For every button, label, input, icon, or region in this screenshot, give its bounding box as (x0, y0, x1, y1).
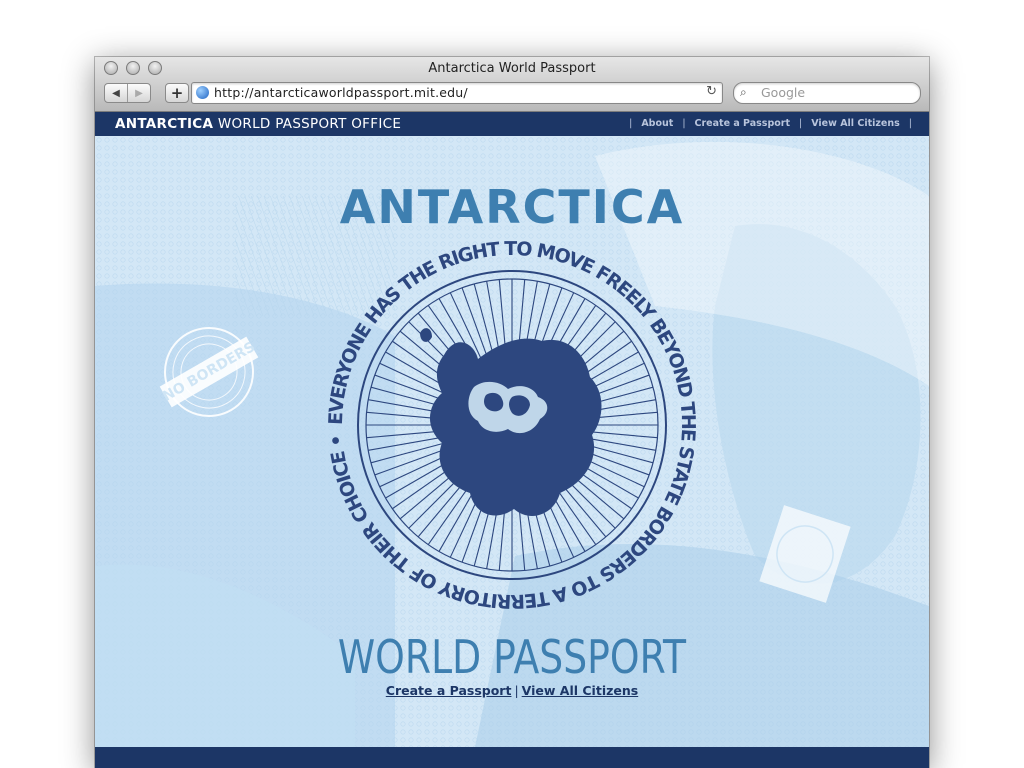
search-field[interactable]: ⌕ Google (733, 82, 921, 104)
reload-icon[interactable]: ↻ (706, 84, 717, 99)
plus-icon: + (170, 83, 184, 102)
site-nav: | About | Create a Passport | View All C… (620, 118, 921, 129)
nav-view-citizens-link[interactable]: View All Citizens (811, 118, 900, 129)
browser-toolbar: Antarctica World Passport ◀ ▶ + http://a… (95, 57, 929, 112)
hero-view-citizens-link[interactable]: View All Citizens (522, 683, 639, 698)
nav-divider: | (682, 118, 686, 129)
back-arrow-icon: ◀ (112, 87, 120, 99)
window-title: Antarctica World Passport (428, 61, 596, 76)
globe-icon (196, 86, 209, 99)
nav-divider: | (908, 118, 912, 129)
hero-link-separator: | (514, 683, 519, 698)
add-bookmark-button[interactable]: + (165, 83, 189, 103)
site-footer (95, 747, 929, 768)
nav-divider: | (799, 118, 803, 129)
search-placeholder: Google (761, 85, 806, 100)
nav-about-link[interactable]: About (641, 118, 673, 129)
brand-bold: ANTARCTICA (115, 116, 214, 132)
site-header: ANTARCTICA WORLD PASSPORT OFFICE | About… (95, 112, 929, 136)
site-brand[interactable]: ANTARCTICA WORLD PASSPORT OFFICE (115, 116, 401, 132)
hero-links: Create a Passport | View All Citizens (95, 683, 929, 698)
browser-window: Antarctica World Passport ◀ ▶ + http://a… (95, 57, 929, 768)
hero-subtitle: WORLD PASSPORT (337, 630, 687, 684)
nav-create-passport-link[interactable]: Create a Passport (695, 118, 791, 129)
url-text[interactable]: http://antarcticaworldpassport.mit.edu/ (214, 85, 468, 100)
hero-section: NO BORDERS ANTARCTICA EVERYONE HAS THE R… (95, 136, 929, 747)
nav-divider: | (629, 118, 633, 129)
brand-rest: WORLD PASSPORT OFFICE (213, 116, 402, 132)
hero-title: ANTARCTICA (339, 180, 685, 234)
back-button[interactable]: ◀ (105, 84, 127, 102)
passport-seal: EVERYONE HAS THE RIGHT TO MOVE FREELY BE… (325, 238, 698, 612)
history-buttons: ◀ ▶ (104, 83, 151, 103)
hero-create-passport-link[interactable]: Create a Passport (386, 683, 512, 698)
address-bar[interactable]: http://antarcticaworldpassport.mit.edu/ … (191, 82, 723, 104)
forward-arrow-icon: ▶ (135, 87, 143, 99)
search-icon: ⌕ (740, 85, 747, 99)
forward-button[interactable]: ▶ (127, 84, 150, 102)
